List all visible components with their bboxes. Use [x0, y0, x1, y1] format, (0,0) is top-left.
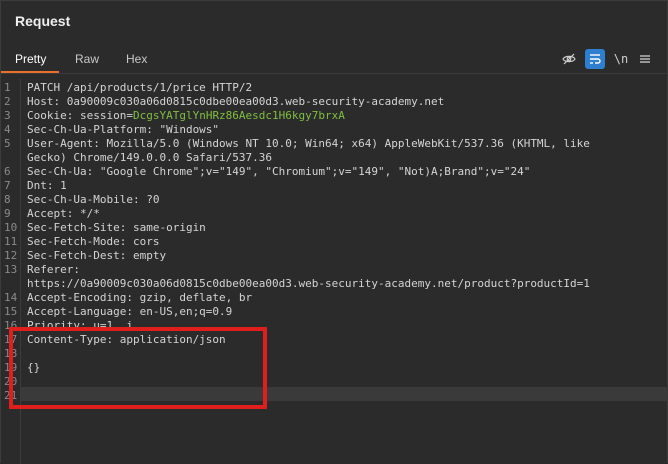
code-line: 3 Cookie: session=DcgsYATglYnHRz86Aesdc1H… — [1, 109, 667, 123]
code-line: 1 PATCH /api/products/1/price HTTP/2 — [1, 81, 667, 95]
code-text: Sec-Ch-Ua-Mobile: ?0 — [27, 193, 160, 206]
line-number: 18 — [4, 347, 18, 360]
code-line: Gecko) Chrome/149.0.0.0 Safari/537.36 — [1, 151, 667, 165]
code-text: Accept: */* — [27, 207, 100, 220]
line-number: 15 — [4, 305, 18, 318]
line-number: 14 — [4, 291, 18, 304]
code-line: 17 Content-Type: application/json — [1, 333, 667, 347]
code-text: Host: 0a90009c030a06d0815c0dbe00ea00d3.w… — [27, 95, 445, 108]
code-line: 12 Sec-Fetch-Dest: empty — [1, 249, 667, 263]
code-line: 8 Sec-Ch-Ua-Mobile: ?0 — [1, 193, 667, 207]
code-text: {} — [27, 361, 41, 374]
code-line: 7 Dnt: 1 — [1, 179, 667, 193]
code-text: PATCH /api/products/1/price HTTP/2 — [27, 81, 253, 94]
code-text: Referer: — [27, 263, 80, 276]
panel-title: Request — [15, 13, 71, 29]
code-line: 4 Sec-Ch-Ua-Platform: "Windows" — [1, 123, 667, 137]
code-text: Priority: u=1, i — [27, 319, 133, 332]
code-text: Gecko) Chrome/149.0.0.0 Safari/537.36 — [27, 151, 273, 164]
editor-toolbar: \n — [559, 49, 659, 69]
tab-hex[interactable]: Hex — [126, 52, 147, 66]
code-text: Content-Type: application/json — [27, 333, 226, 346]
code-line: 10 Sec-Fetch-Site: same-origin — [1, 221, 667, 235]
code-text: https://0a90009c030a06d0815c0dbe00ea00d3… — [27, 277, 590, 290]
line-number: 2 — [4, 95, 11, 108]
line-number: 10 — [4, 221, 18, 234]
code-line: 16 Priority: u=1, i — [1, 319, 667, 333]
code-text: Sec-Fetch-Mode: cors — [27, 235, 160, 248]
code-line: 2 Host: 0a90009c030a06d0815c0dbe00ea00d3.… — [1, 95, 667, 109]
line-number: 4 — [4, 123, 11, 136]
line-number: 3 — [4, 109, 11, 122]
line-number: 21 — [4, 389, 18, 402]
line-number: 12 — [4, 249, 18, 262]
line-number: 5 — [4, 137, 11, 150]
line-number: 11 — [4, 235, 18, 248]
code-text: Sec-Ch-Ua: "Google Chrome";v="149", "Chr… — [27, 165, 531, 178]
code-text: Accept-Language: en-US,en;q=0.9 — [27, 305, 233, 318]
code-line: 19 {} — [1, 361, 667, 375]
request-editor[interactable]: 1 PATCH /api/products/1/price HTTP/2 2 Host… — [1, 79, 668, 464]
code-line: https://0a90009c030a06d0815c0dbe00ea00d3… — [1, 277, 667, 291]
code-text: Cookie: session=DcgsYATglYnHRz86Aesdc1H6… — [27, 109, 345, 123]
code-text: Accept-Encoding: gzip, deflate, br — [27, 291, 253, 304]
header-name: Cookie: — [27, 109, 80, 122]
code-line: 9 Accept: */* — [1, 207, 667, 221]
code-line: 11 Sec-Fetch-Mode: cors — [1, 235, 667, 249]
line-number: 16 — [4, 319, 18, 332]
request-panel: Request Pretty Raw Hex \n 1 PATCH /api/pr… — [0, 0, 668, 464]
code-text: Dnt: 1 — [27, 179, 67, 192]
hamburger-icon[interactable] — [635, 49, 655, 69]
line-number: 9 — [4, 207, 11, 220]
code-line: 6 Sec-Ch-Ua: "Google Chrome";v="149", "Ch… — [1, 165, 667, 179]
code-text: Sec-Fetch-Site: same-origin — [27, 221, 206, 234]
newline-toggle[interactable]: \n — [611, 49, 631, 69]
line-number: 6 — [4, 165, 11, 178]
tabs-divider — [1, 73, 667, 74]
code-line: 20 — [1, 375, 667, 389]
code-text: Sec-Fetch-Dest: empty — [27, 249, 167, 262]
line-number: 8 — [4, 193, 11, 206]
line-number: 7 — [4, 179, 11, 192]
code-line: 5 User-Agent: Mozilla/5.0 (Windows NT 10.… — [1, 137, 667, 151]
code-line: 21 — [1, 389, 667, 403]
line-number: 1 — [4, 81, 11, 94]
code-line: 15 Accept-Language: en-US,en;q=0.9 — [1, 305, 667, 319]
tab-raw[interactable]: Raw — [75, 52, 99, 66]
eye-slash-icon[interactable] — [559, 49, 579, 69]
wrap-icon[interactable] — [585, 49, 605, 69]
code-text: Sec-Ch-Ua-Platform: "Windows" — [27, 123, 220, 136]
line-number: 17 — [4, 333, 18, 346]
cookie-name: session= — [79, 109, 133, 122]
line-number: 13 — [4, 263, 18, 276]
code-line: 18 — [1, 347, 667, 361]
line-number: 20 — [4, 375, 18, 388]
code-text: User-Agent: Mozilla/5.0 (Windows NT 10.0… — [27, 137, 590, 150]
code-line: 14 Accept-Encoding: gzip, deflate, br — [1, 291, 667, 305]
tab-pretty[interactable]: Pretty — [15, 52, 46, 66]
code-line: 13 Referer: — [1, 263, 667, 277]
line-number: 19 — [4, 361, 18, 374]
cookie-value: DcgsYATglYnHRz86Aesdc1H6kgy7brxA — [132, 109, 345, 122]
